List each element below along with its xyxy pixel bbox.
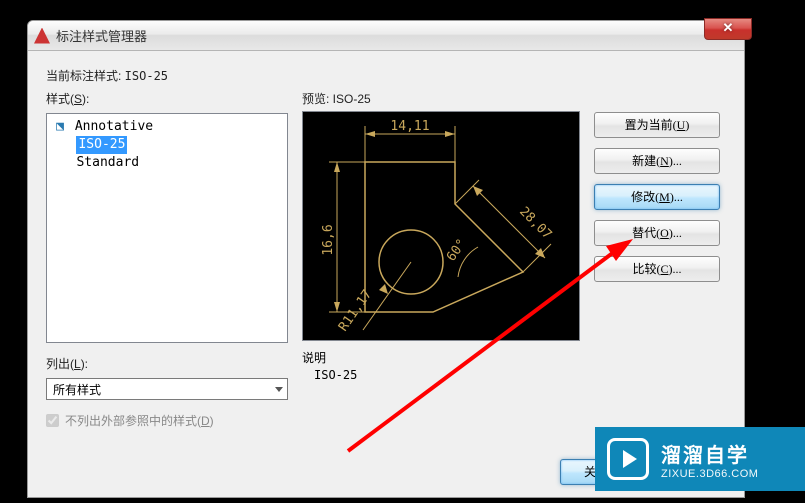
middle-column: 预览: ISO-25 14,11 <box>302 90 580 429</box>
hide-xref-label: 不列出外部参照中的样式(D) <box>65 412 214 429</box>
titlebar[interactable]: 标注样式管理器 ✕ <box>28 21 744 51</box>
brand-watermark: 溜溜自学 ZIXUE.3D66.COM <box>595 427 805 491</box>
dropdown-value: 所有样式 <box>53 381 101 398</box>
list-item[interactable]: ⬔ Annotative <box>53 118 281 136</box>
current-style-value: ISO-25 <box>125 69 168 83</box>
brand-cn: 溜溜自学 <box>661 439 758 468</box>
preview-label: 预览: ISO-25 <box>302 90 580 107</box>
list-item[interactable]: ISO-25 <box>53 136 281 154</box>
description-group: 说明 ISO-25 <box>302 349 580 382</box>
close-icon[interactable]: ✕ <box>704 18 752 40</box>
chevron-down-icon <box>275 387 283 392</box>
svg-text:R11,17: R11,17 <box>336 287 375 334</box>
brand-en: ZIXUE.3D66.COM <box>661 468 758 480</box>
description-value: ISO-25 <box>302 368 580 382</box>
styles-listbox[interactable]: ⬔ Annotative ISO-25 Standard <box>46 113 288 343</box>
current-style-row: 当前标注样式: ISO-25 <box>46 67 726 84</box>
set-current-button[interactable]: 置为当前(U) <box>594 112 720 138</box>
current-style-label: 当前标注样式: <box>46 69 125 83</box>
left-column: 样式(S): ⬔ Annotative ISO-25 Standard 列出(L… <box>46 90 288 429</box>
list-item[interactable]: Standard <box>53 154 281 172</box>
hide-xref-checkbox-row: 不列出外部参照中的样式(D) <box>46 412 288 429</box>
modify-button[interactable]: 修改(M)... <box>594 184 720 210</box>
svg-text:28,07: 28,07 <box>516 204 554 242</box>
app-icon <box>34 28 50 44</box>
description-label: 说明 <box>302 349 580 366</box>
hide-xref-checkbox[interactable] <box>46 414 59 427</box>
preview-box: 14,11 16,6 28,07 <box>302 111 580 341</box>
list-filter-group: 列出(L): 所有样式 <box>46 355 288 400</box>
svg-text:16,6: 16,6 <box>321 224 336 255</box>
dialog-title: 标注样式管理器 <box>56 26 147 45</box>
preview-svg: 14,11 16,6 28,07 <box>303 112 579 340</box>
list-item-label: Standard <box>76 155 139 170</box>
play-icon <box>607 438 649 480</box>
list-label: 列出(L): <box>46 355 288 372</box>
svg-text:14,11: 14,11 <box>390 119 429 134</box>
list-filter-dropdown[interactable]: 所有样式 <box>46 378 288 400</box>
list-item-label: ISO-25 <box>76 136 127 154</box>
annotative-icon: ⬔ <box>53 118 67 136</box>
new-button[interactable]: 新建(N)... <box>594 148 720 174</box>
svg-text:60°: 60° <box>444 236 470 264</box>
right-button-column: 置为当前(U) 新建(N)... 修改(M)... 替代(O)... 比较(C)… <box>594 90 720 429</box>
list-item-label: Annotative <box>75 119 153 134</box>
compare-button[interactable]: 比较(C)... <box>594 256 720 282</box>
styles-label: 样式(S): <box>46 90 288 107</box>
override-button[interactable]: 替代(O)... <box>594 220 720 246</box>
